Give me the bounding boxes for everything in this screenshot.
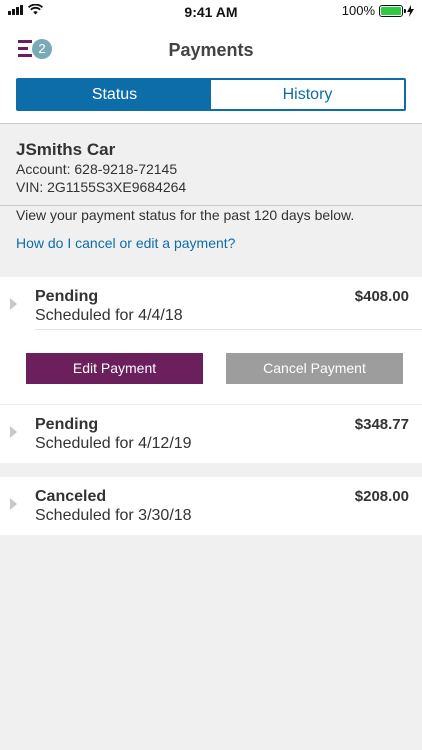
cancel-payment-button[interactable]: Cancel Payment (226, 353, 403, 384)
tab-bar: Status History (16, 78, 406, 111)
payment-date: Scheduled for 3/30/18 (35, 507, 192, 524)
payment-amount: $208.00 (354, 488, 409, 505)
vin-number: VIN: 2G1155S3XE9684264 (16, 179, 187, 195)
payment-amount: $408.00 (354, 288, 409, 305)
account-section: JSmiths Car Account: 628-9218-72145 VIN:… (0, 124, 422, 206)
status-right: 100% (342, 3, 414, 18)
charging-icon (407, 4, 414, 17)
account-number: Account: 628-9218-72145 (16, 161, 178, 177)
payment-status: Canceled (35, 488, 107, 505)
payment-amount: $348.77 (354, 416, 409, 433)
edit-payment-button[interactable]: Edit Payment (26, 353, 203, 384)
account-name: JSmiths Car (16, 140, 116, 159)
info-text: View your payment status for the past 12… (16, 207, 355, 223)
payment-row[interactable]: Pending Scheduled for 4/4/18 $408.00 (0, 277, 422, 337)
tab-status[interactable]: Status (18, 80, 211, 109)
payment-card-3[interactable]: Canceled Scheduled for 3/30/18 $208.00 (0, 477, 422, 535)
status-bar: 9:41 AM 100% (0, 0, 422, 24)
page-title: Payments (168, 40, 254, 60)
chevron-right-icon (10, 498, 17, 510)
divider (35, 329, 422, 330)
payment-card-1: Pending Scheduled for 4/4/18 $408.00 Edi… (0, 277, 422, 404)
chevron-right-icon (10, 298, 17, 310)
header: 2 Payments Status History (0, 24, 422, 124)
chevron-right-icon (10, 426, 17, 438)
payment-status: Pending (35, 288, 99, 305)
payment-date: Scheduled for 4/4/18 (35, 307, 183, 324)
battery-percent: 100% (341, 3, 375, 18)
battery-icon (379, 4, 406, 17)
payment-status: Pending (35, 416, 99, 433)
help-link[interactable]: How do I cancel or edit a payment? (16, 235, 235, 251)
payment-date: Scheduled for 4/12/19 (35, 435, 192, 452)
payment-card-2[interactable]: Pending Scheduled for 4/12/19 $348.77 (0, 405, 422, 463)
tab-history[interactable]: History (211, 80, 404, 109)
